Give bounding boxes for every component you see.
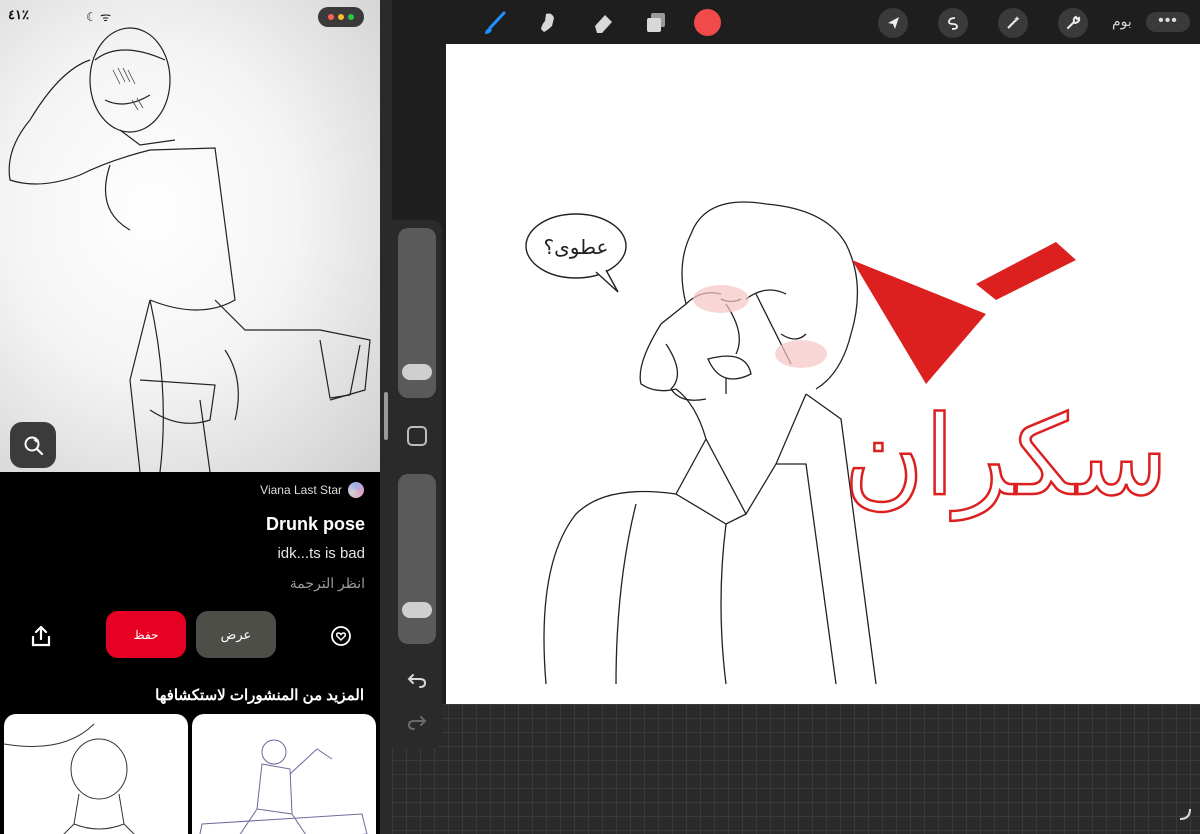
layers-icon — [647, 13, 665, 32]
gallery-button[interactable]: بوم — [1112, 13, 1132, 30]
react-button[interactable] — [326, 622, 356, 650]
smudge-tool[interactable] — [534, 8, 564, 38]
lens-search-icon — [24, 436, 44, 456]
speech-bubble-text: عطوى؟ — [544, 235, 609, 259]
pose-sketch — [8, 27, 371, 472]
adjustments-icon — [1007, 16, 1020, 29]
redo-icon — [407, 716, 427, 730]
related-pin[interactable] — [4, 714, 188, 834]
pin-title: Drunk pose — [265, 514, 365, 534]
pin-image[interactable]: ٤١٪ ☾ ᯤ — [0, 0, 380, 472]
split-view-divider[interactable] — [384, 392, 388, 440]
sketch-thumbnail — [199, 739, 368, 834]
related-pin[interactable] — [192, 714, 376, 834]
actions-button[interactable] — [1058, 8, 1088, 38]
view-button[interactable]: عرض — [196, 611, 276, 658]
undo-icon — [407, 674, 427, 688]
more-options-button[interactable]: ••• — [1146, 12, 1190, 32]
more-posts-heading: المزيد من المنشورات لاستكشافها — [155, 687, 364, 704]
brush-tool[interactable] — [480, 8, 510, 38]
visual-search-button[interactable] — [10, 422, 56, 468]
brush-icon — [485, 11, 506, 34]
share-button[interactable] — [22, 622, 60, 650]
redo-button[interactable] — [405, 710, 429, 734]
pinterest-pane: ٤١٪ ☾ ᯤ Viana Last Star Drunk pose idk..… — [0, 0, 380, 834]
layers-tool[interactable] — [641, 8, 671, 38]
multitasking-menu[interactable] — [318, 7, 364, 27]
see-translation-link[interactable]: انظر الترجمة — [290, 575, 365, 592]
corner-arc-icon — [1179, 808, 1191, 820]
save-button[interactable]: حفظ — [106, 611, 186, 658]
selection-button[interactable] — [938, 8, 968, 38]
status-bar: ٤١٪ ☾ ᯤ — [0, 0, 380, 32]
dot-icon — [328, 14, 334, 20]
opacity-thumb[interactable] — [402, 602, 432, 618]
heart-reaction-icon — [331, 626, 351, 646]
red-caption: سكران — [844, 392, 1169, 521]
color-picker[interactable] — [694, 9, 721, 36]
drawing-canvas[interactable]: عطوى؟ سكران — [446, 44, 1200, 704]
battery-text: ٤١٪ — [8, 7, 29, 22]
brush-size-slider[interactable] — [398, 228, 436, 398]
dot-icon — [338, 14, 344, 20]
eraser-icon — [595, 15, 612, 33]
undo-button[interactable] — [405, 668, 429, 692]
transform-button[interactable] — [878, 8, 908, 38]
brush-sidebar — [392, 220, 442, 748]
sketch-thumbnail — [4, 723, 135, 834]
smudge-icon — [541, 13, 554, 32]
drunk-character-drawing: عطوى؟ سكران — [525, 201, 1170, 685]
dot-icon — [348, 14, 354, 20]
eraser-tool[interactable] — [588, 8, 618, 38]
author-name: Viana Last Star — [260, 483, 342, 497]
wifi-icon: ☾ ᯤ — [86, 10, 112, 24]
cursor-icon — [888, 17, 899, 29]
resize-handle[interactable] — [1178, 807, 1192, 826]
adjustments-button[interactable] — [998, 8, 1028, 38]
wrench-icon — [1067, 15, 1081, 29]
avatar — [348, 482, 364, 498]
opacity-slider[interactable] — [398, 474, 436, 644]
toolbar: بوم ••• — [392, 0, 1200, 44]
selection-icon — [948, 17, 958, 30]
pin-description: idk...ts is bad — [277, 545, 365, 562]
procreate-app: بوم ••• عطوى؟ سكران — [392, 0, 1200, 834]
modify-button[interactable] — [407, 426, 427, 446]
brush-size-thumb[interactable] — [402, 364, 432, 380]
share-icon — [31, 625, 51, 647]
pin-author[interactable]: Viana Last Star — [260, 482, 364, 498]
canvas-background-grid — [392, 704, 1200, 834]
